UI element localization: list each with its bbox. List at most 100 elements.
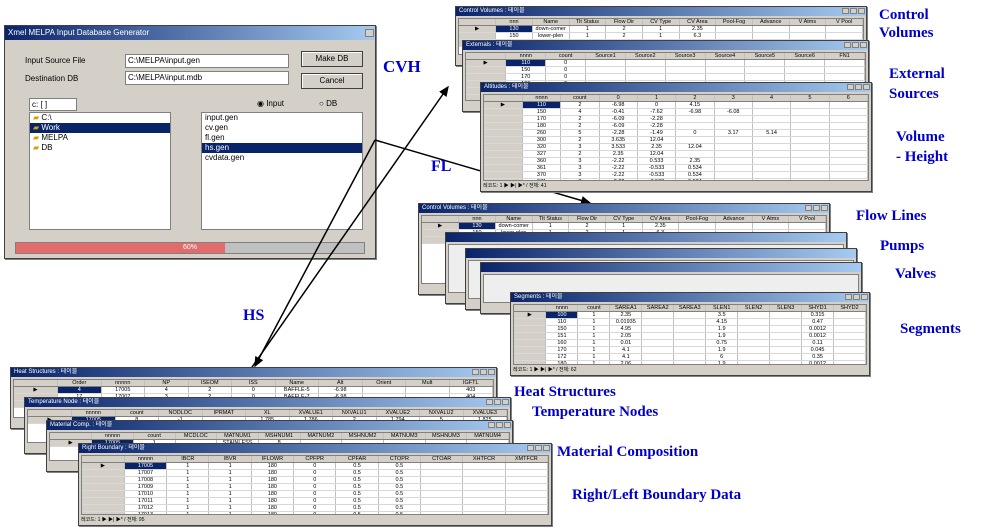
table-cell[interactable]	[505, 504, 548, 512]
row-indicator[interactable]	[514, 339, 547, 347]
table-cell[interactable]	[420, 497, 464, 505]
table-cell[interactable]	[641, 311, 675, 319]
table-cell[interactable]: 1	[532, 222, 570, 230]
table-cell[interactable]	[752, 32, 790, 40]
table-cell[interactable]: 0.534	[675, 171, 715, 179]
close-icon[interactable]	[504, 422, 511, 428]
table-cell[interactable]	[641, 353, 675, 361]
table-row[interactable]: 17010 1 1 180 0 0.5 0.5	[82, 490, 548, 498]
close-icon[interactable]	[860, 42, 867, 48]
table-cell[interactable]	[585, 66, 626, 74]
row-indicator[interactable]	[514, 325, 547, 333]
minimize-icon[interactable]	[842, 8, 849, 14]
table-cell[interactable]: 2.35	[599, 150, 638, 158]
record-navigator[interactable]: 레코드: 1 ▶ ▶| ▶* / 전체: 41	[483, 182, 869, 190]
table-cell[interactable]	[714, 136, 753, 144]
table-cell[interactable]: 1	[577, 360, 611, 364]
row-indicator[interactable]: ▶	[459, 25, 497, 33]
table-cell[interactable]: 0.045	[801, 346, 835, 354]
data-grid[interactable]: nnnn count 0 1 2 3 4 5 6 ▶ 110 2 -6.98 0 4.15 150 4 -0.41…	[483, 94, 869, 181]
table-cell[interactable]: 12.04	[675, 143, 715, 151]
table-cell[interactable]: 1	[577, 325, 611, 333]
table-cell[interactable]: 2	[560, 136, 600, 144]
table-cell[interactable]: down-comer	[532, 25, 570, 33]
table-cell[interactable]: 0.533	[637, 157, 677, 165]
table-cell[interactable]	[752, 143, 792, 151]
table-cell[interactable]	[714, 101, 753, 109]
table-cell[interactable]: 1	[605, 222, 643, 230]
table-row[interactable]: 17012 1 1 180 0 0.5 0.5	[82, 504, 548, 512]
table-cell[interactable]	[737, 339, 771, 347]
table-row[interactable]: ▶ 110 2 -6.98 0 4.15	[484, 101, 868, 109]
table-cell[interactable]	[505, 490, 548, 498]
table-cell[interactable]: 5	[560, 129, 600, 137]
row-indicator[interactable]	[484, 150, 523, 158]
table-cell[interactable]: 130	[495, 25, 533, 33]
row-indicator[interactable]: ▶	[466, 59, 507, 67]
table-cell[interactable]	[769, 360, 803, 364]
table-cell[interactable]	[675, 150, 715, 158]
table-cell[interactable]	[829, 157, 868, 165]
input-file-field[interactable]: C:\MELPA\input.gen	[125, 54, 289, 68]
table-cell[interactable]: -2.28	[637, 122, 677, 130]
table-cell[interactable]	[752, 171, 792, 179]
table-cell[interactable]	[405, 386, 450, 394]
table-cell[interactable]	[705, 59, 746, 67]
table-cell[interactable]	[462, 511, 506, 514]
table-cell[interactable]	[714, 122, 753, 130]
table-cell[interactable]: 4.15	[675, 101, 715, 109]
table-cell[interactable]: 0.0012	[801, 325, 835, 333]
row-indicator[interactable]	[466, 66, 507, 74]
table-cell[interactable]: -0.533	[637, 178, 677, 180]
table-cell[interactable]: 0.5	[335, 511, 379, 514]
table-cell[interactable]	[769, 332, 803, 340]
table-cell[interactable]: 1	[166, 483, 210, 491]
table-row[interactable]: ▶ 110 0	[466, 59, 865, 67]
row-indicator[interactable]	[514, 318, 547, 326]
table-cell[interactable]: 3	[560, 164, 600, 172]
table-cell[interactable]: 17012	[124, 504, 168, 512]
row-indicator[interactable]	[484, 136, 523, 144]
table-cell[interactable]: 4.1	[609, 346, 643, 354]
table-cell[interactable]	[737, 318, 771, 326]
table-cell[interactable]	[833, 346, 866, 354]
table-cell[interactable]	[833, 325, 866, 333]
table-row[interactable]: 3713-2.22-0.5330.534	[484, 178, 868, 180]
table-cell[interactable]: 0.5	[378, 483, 422, 491]
minimize-icon[interactable]	[845, 294, 852, 300]
table-cell[interactable]: 150	[505, 66, 547, 74]
table-cell[interactable]	[829, 115, 868, 123]
table-cell[interactable]	[420, 490, 464, 498]
table-cell[interactable]: -1.49	[637, 129, 677, 137]
row-indicator[interactable]	[484, 178, 523, 180]
table-cell[interactable]	[829, 136, 868, 144]
table-cell[interactable]: down-comer	[495, 222, 533, 230]
minimize-icon[interactable]	[805, 205, 812, 211]
table-cell[interactable]	[752, 178, 792, 180]
data-grid[interactable]: nnnnn IBCR IBVR IFLOWR CPFPR CPFAR CTOPR CTOAR X…	[81, 455, 549, 515]
table-cell[interactable]	[505, 476, 548, 484]
table-row[interactable]: 172 1 4.1 6 0.35	[514, 353, 866, 361]
table-cell[interactable]	[737, 353, 771, 361]
row-indicator[interactable]: ▶	[484, 101, 523, 109]
minimize-icon[interactable]	[486, 399, 493, 405]
table-cell[interactable]	[420, 469, 464, 477]
close-icon[interactable]	[821, 205, 828, 211]
table-cell[interactable]	[505, 483, 548, 491]
table-cell[interactable]	[824, 59, 865, 67]
data-grid[interactable]: nnnn count SAREA1 SAREA2 SAREA3 SLEN1 SLEN2 SLE…	[513, 304, 867, 365]
table-cell[interactable]	[462, 504, 506, 512]
folder-list[interactable]: ▰ C:\ ▰ Work ▰ MELPA ▰ DB	[29, 112, 171, 230]
table-cell[interactable]	[790, 129, 830, 137]
table-cell[interactable]	[705, 66, 746, 74]
table-cell[interactable]: 17010	[124, 490, 168, 498]
cancel-button[interactable]: Cancel	[301, 73, 363, 89]
table-cell[interactable]	[833, 311, 866, 319]
table-cell[interactable]	[420, 462, 464, 470]
row-indicator[interactable]	[466, 73, 507, 81]
table-cell[interactable]: -6.09	[599, 122, 638, 130]
table-cell[interactable]: 1	[208, 462, 252, 470]
table-cell[interactable]: 150	[522, 108, 562, 116]
folder-item[interactable]: ▰ DB	[30, 143, 170, 153]
table-cell[interactable]: 1	[166, 476, 210, 484]
